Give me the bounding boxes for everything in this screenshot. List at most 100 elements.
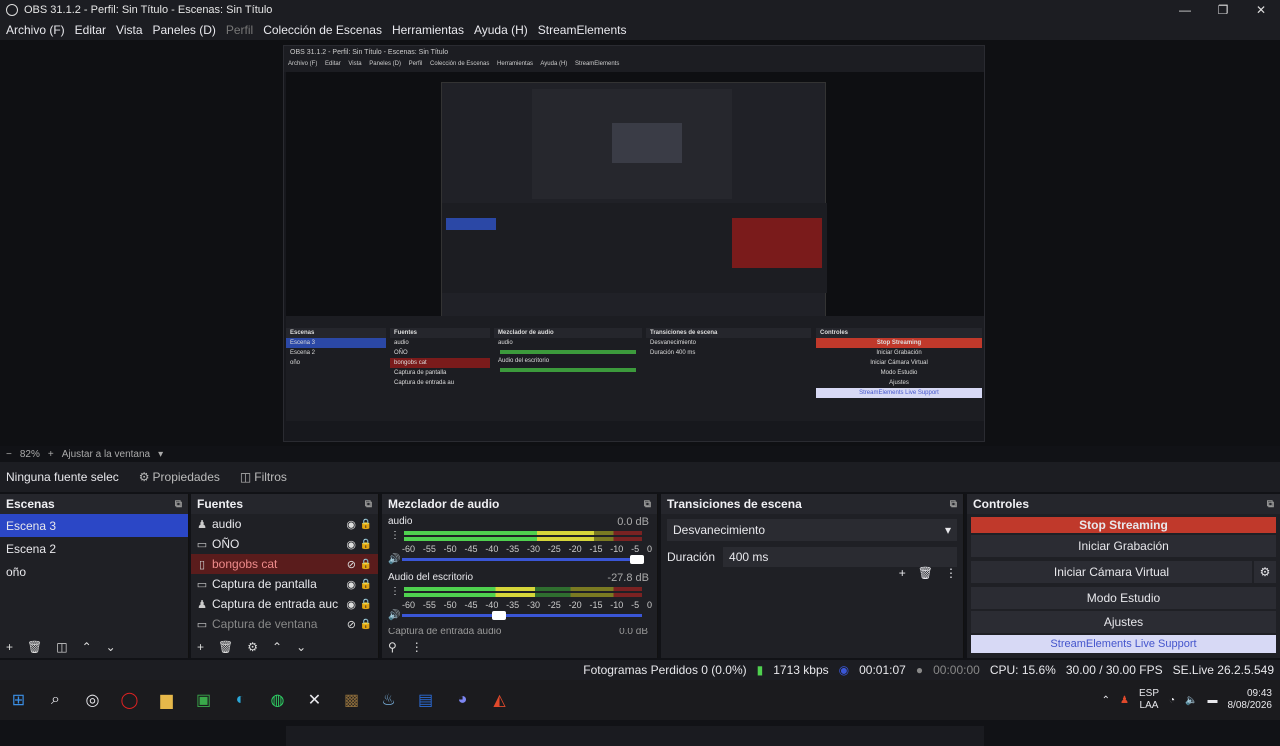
maximize-button[interactable]: ❐ <box>1204 0 1242 20</box>
dock-float-icon[interactable]: ⧉ <box>365 499 372 510</box>
language-indicator[interactable]: ESP LAA <box>1139 688 1159 712</box>
trash-icon[interactable]: 🗑 <box>218 640 233 654</box>
duration-input[interactable]: 400 ms <box>723 547 957 567</box>
lock-icon[interactable]: 🔒 <box>360 539 372 550</box>
scene-item[interactable]: Escena 2 <box>0 537 188 560</box>
speaker-icon[interactable]: 🔊 <box>388 610 400 621</box>
dock-float-icon[interactable]: ⧉ <box>950 499 957 510</box>
edge-icon[interactable]: ◐ <box>222 680 259 720</box>
up-icon[interactable]: ⌃ <box>82 640 92 654</box>
zoom-plus-icon[interactable]: + <box>48 449 54 460</box>
trash-icon[interactable]: 🗑 <box>918 566 933 580</box>
filter-icon[interactable]: ◫ <box>56 640 67 654</box>
menu-streamelements[interactable]: StreamElements <box>538 23 627 37</box>
menu-ayuda[interactable]: Ayuda (H) <box>474 23 528 37</box>
lock-icon[interactable]: 🔒 <box>360 619 372 630</box>
scene-item[interactable]: oño <box>0 560 188 583</box>
volume-slider[interactable] <box>402 555 644 564</box>
eye-hidden-icon[interactable]: ⊘ <box>347 618 356 631</box>
zoom-minus-icon[interactable]: − <box>6 449 12 460</box>
search-icon[interactable]: ⌕ <box>37 680 74 720</box>
filters-button[interactable]: ◫ Filtros <box>240 470 287 484</box>
settings-button[interactable]: Ajustes <box>971 611 1276 633</box>
windows-start-icon[interactable]: ⊞ <box>0 680 37 720</box>
eye-icon[interactable]: ◉ <box>346 538 356 551</box>
mic-icon[interactable]: ♟ <box>1120 695 1129 706</box>
eye-hidden-icon[interactable]: ⊘ <box>347 558 356 571</box>
transition-select[interactable]: Desvanecimiento ▾ <box>667 519 957 541</box>
start-recording-button[interactable]: Iniciar Grabación <box>971 535 1276 557</box>
gear-icon[interactable]: ⚙ <box>247 640 258 654</box>
studio-mode-button[interactable]: Modo Estudio <box>971 587 1276 609</box>
trash-icon[interactable]: 🗑 <box>27 640 42 654</box>
source-item[interactable]: ▯ bongobs cat ⊘ 🔒 <box>191 554 378 574</box>
chevron-down-icon: ▾ <box>944 523 951 537</box>
menu-herramientas[interactable]: Herramientas <box>392 23 464 37</box>
chevron-up-icon[interactable]: ⌃ <box>1102 695 1110 706</box>
kebab-icon[interactable]: ⋮ <box>390 530 400 541</box>
steam-icon[interactable]: ♨ <box>370 680 407 720</box>
eye-icon[interactable]: ◉ <box>346 598 356 611</box>
wifi-icon[interactable]: ◔ <box>1169 695 1175 706</box>
dock-float-icon[interactable]: ⧉ <box>1267 499 1274 510</box>
word-icon[interactable]: ▤ <box>407 680 444 720</box>
capcut-icon[interactable]: ✕ <box>296 680 333 720</box>
add-icon[interactable]: + <box>6 640 13 654</box>
volume-slider[interactable] <box>402 611 642 620</box>
controls-header: Controles ⧉ <box>967 494 1280 514</box>
source-item[interactable]: ♟ audio ◉ 🔒 <box>191 514 378 534</box>
eye-icon[interactable]: ◉ <box>346 518 356 531</box>
menu-coleccion[interactable]: Colección de Escenas <box>263 23 382 37</box>
dock-float-icon[interactable]: ⧉ <box>175 499 182 510</box>
start-virtualcam-button[interactable]: Iniciar Cámara Virtual <box>971 561 1252 583</box>
scene-item[interactable]: Escena 3 <box>0 514 188 537</box>
lock-icon[interactable]: 🔒 <box>360 579 372 590</box>
gear-icon[interactable]: ⚙ <box>1254 561 1276 583</box>
menu-archivo[interactable]: Archivo (F) <box>6 23 65 37</box>
streamelements-support-button[interactable]: StreamElements Live Support <box>971 635 1276 653</box>
kebab-icon[interactable]: ⋮ <box>411 640 423 654</box>
close-button[interactable]: ✕ <box>1242 0 1280 20</box>
lock-icon[interactable]: 🔒 <box>360 599 372 610</box>
properties-button[interactable]: ⚙ Propiedades <box>139 470 220 484</box>
level-meter <box>404 531 642 541</box>
battery-icon[interactable]: ▬ <box>1208 695 1218 706</box>
add-icon[interactable]: + <box>197 640 204 654</box>
brave-icon[interactable]: ◭ <box>481 680 518 720</box>
lock-icon[interactable]: 🔒 <box>360 559 372 570</box>
menu-vista[interactable]: Vista <box>116 23 142 37</box>
source-item[interactable]: ♟ Captura de entrada auc ◉ 🔒 <box>191 594 378 614</box>
volume-knob[interactable] <box>492 611 506 620</box>
up-icon[interactable]: ⌃ <box>272 640 282 654</box>
source-item[interactable]: ▭ OÑO ◉ 🔒 <box>191 534 378 554</box>
whatsapp-icon[interactable]: ◍ <box>259 680 296 720</box>
speaker-icon[interactable]: 🔊 <box>388 554 400 565</box>
minecraft-block-icon[interactable]: ▩ <box>333 680 370 720</box>
menu-editar[interactable]: Editar <box>75 23 106 37</box>
source-item[interactable]: ▭ Captura de pantalla ◉ 🔒 <box>191 574 378 594</box>
add-icon[interactable]: + <box>899 566 906 580</box>
source-item[interactable]: ▭ Captura de ventana ⊘ 🔒 <box>191 614 378 634</box>
dock-float-icon[interactable]: ⧉ <box>644 499 651 510</box>
clock[interactable]: 09:43 8/08/2026 <box>1228 688 1273 712</box>
kebab-icon[interactable]: ⋮ <box>945 566 957 580</box>
minimize-button[interactable]: — <box>1166 0 1204 20</box>
eye-icon[interactable]: ◉ <box>346 578 356 591</box>
opera-icon[interactable]: ◯ <box>111 680 148 720</box>
volume-icon[interactable]: 🔈 <box>1185 695 1197 706</box>
obs-app-icon[interactable]: ◎ <box>74 680 111 720</box>
lock-icon[interactable]: 🔒 <box>360 519 372 530</box>
discord-icon[interactable]: ◕ <box>444 680 481 720</box>
chevron-down-icon[interactable]: ▾ <box>158 449 163 460</box>
menu-perfil[interactable]: Perfil <box>226 23 253 37</box>
stop-streaming-button[interactable]: Stop Streaming <box>971 517 1276 533</box>
down-icon[interactable]: ⌄ <box>106 640 116 654</box>
fit-window-label[interactable]: Ajustar a la ventana <box>62 449 150 460</box>
kebab-icon[interactable]: ⋮ <box>390 586 400 597</box>
link-icon[interactable]: ⚲ <box>388 640 397 654</box>
menu-paneles[interactable]: Paneles (D) <box>153 23 216 37</box>
down-icon[interactable]: ⌄ <box>296 640 306 654</box>
folder-icon[interactable]: ▆ <box>148 680 185 720</box>
minecraft-icon[interactable]: ▣ <box>185 680 222 720</box>
volume-knob[interactable] <box>630 555 644 564</box>
